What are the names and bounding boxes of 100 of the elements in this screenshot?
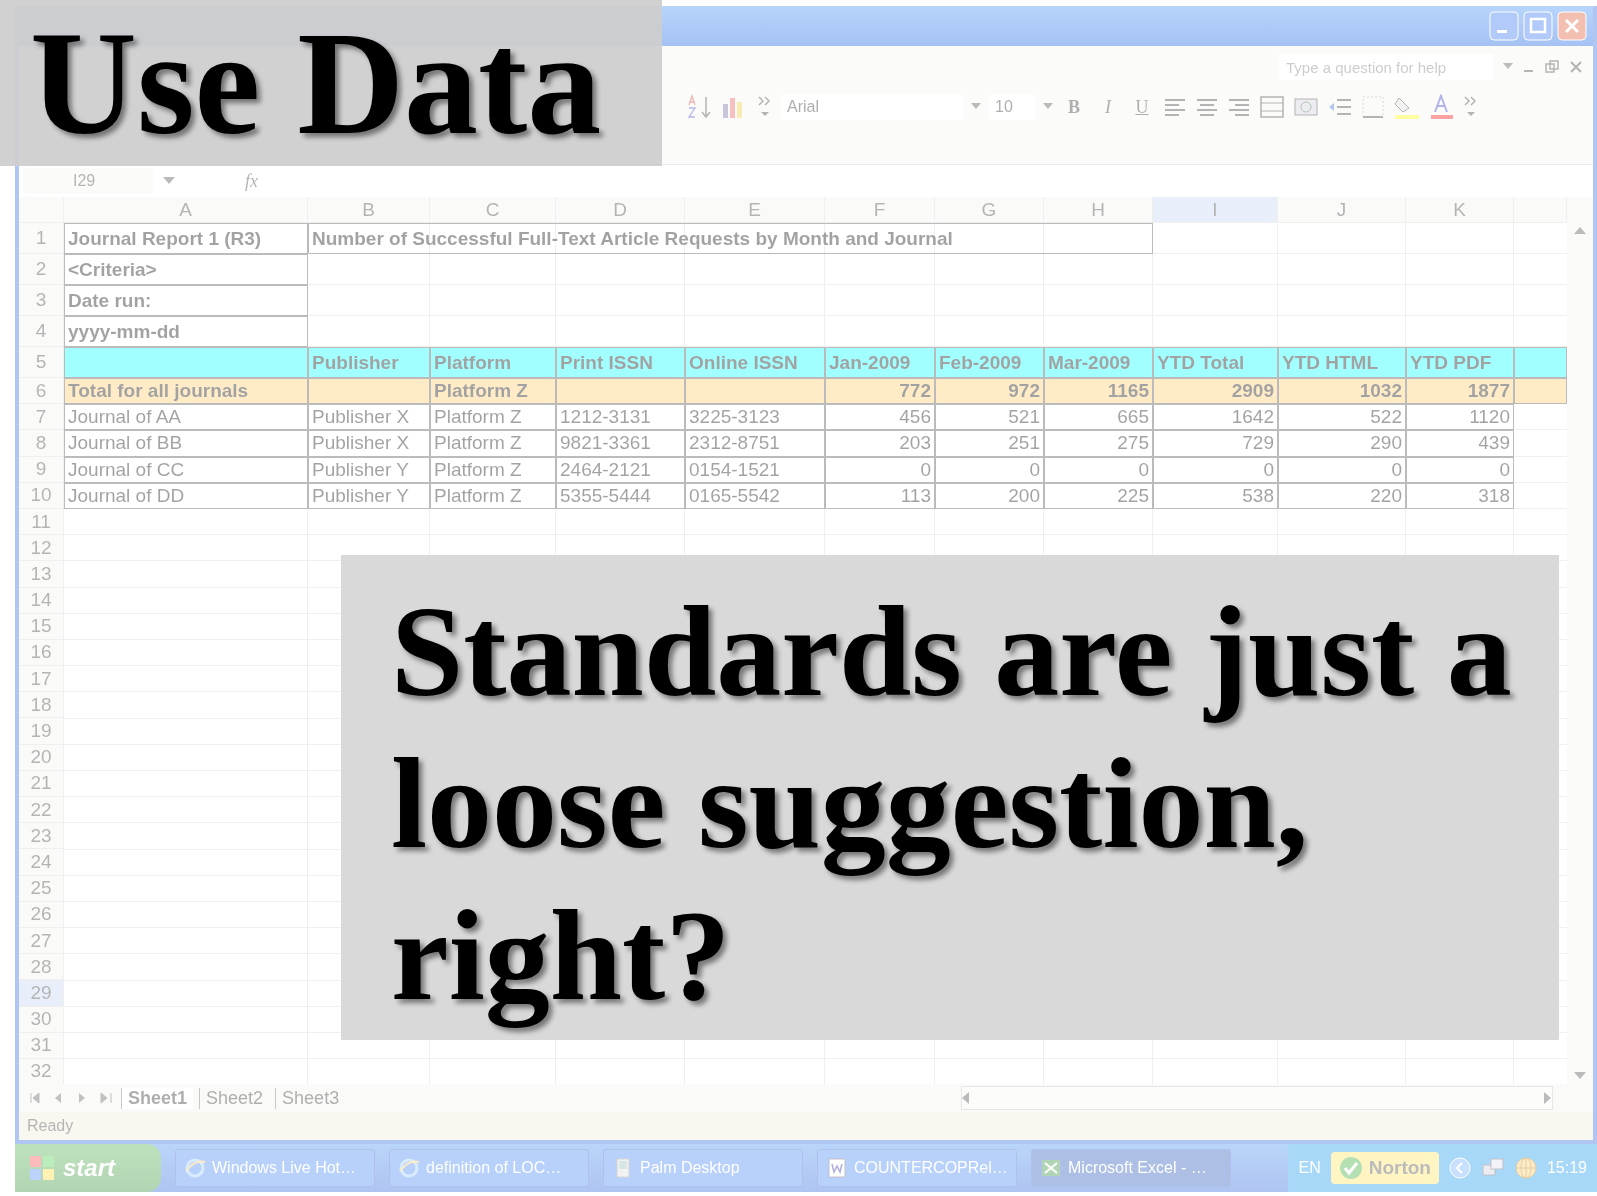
row-header[interactable]: 15 [19, 613, 64, 640]
table-cell: yyyy-mm-dd [64, 316, 308, 347]
row-header[interactable]: 2 [19, 254, 64, 285]
font-size-field[interactable]: 10 [989, 94, 1035, 120]
sheet-navigation-icon[interactable] [29, 1091, 115, 1105]
row-header[interactable]: 6 [19, 378, 64, 405]
column-header[interactable]: F [825, 197, 935, 223]
italic-button[interactable]: I [1095, 96, 1121, 118]
column-header[interactable]: G [935, 197, 1044, 223]
row-header[interactable]: 23 [19, 823, 64, 850]
taskbar-button[interactable]: Palm Desktop [603, 1149, 803, 1187]
font-color-icon[interactable] [1429, 94, 1455, 120]
taskbar-button[interactable]: Microsoft Excel - … [1031, 1149, 1231, 1187]
restore-icon[interactable] [1545, 60, 1559, 74]
row-header[interactable]: 9 [19, 456, 64, 483]
row-header[interactable]: 30 [19, 1006, 64, 1033]
font-field[interactable]: Arial [781, 94, 963, 120]
row-header[interactable]: 18 [19, 692, 64, 719]
language-indicator[interactable]: EN [1298, 1159, 1321, 1177]
scroll-left-icon[interactable] [962, 1092, 970, 1104]
column-header[interactable]: C [430, 197, 556, 223]
row-header[interactable]: 11 [19, 508, 64, 536]
minimize-icon[interactable] [1489, 11, 1519, 41]
scroll-down-icon[interactable] [1574, 1072, 1586, 1080]
column-header[interactable]: H [1044, 197, 1153, 223]
row-header[interactable]: 21 [19, 770, 64, 797]
globe-icon[interactable] [1514, 1157, 1537, 1179]
chevron-icon[interactable] [1448, 1157, 1471, 1179]
row-header[interactable]: 20 [19, 744, 64, 771]
merge-cells-icon[interactable] [1259, 95, 1285, 119]
bold-button[interactable]: B [1061, 96, 1087, 118]
row-header[interactable]: 16 [19, 639, 64, 667]
table-cell: 439 [1406, 430, 1514, 457]
dropdown-arrow-icon[interactable] [163, 177, 175, 185]
dropdown-arrow-icon[interactable] [1503, 63, 1513, 71]
table-cell: YTD PDF [1406, 347, 1514, 378]
vertical-scrollbar[interactable] [1567, 197, 1593, 1084]
row-header[interactable]: 25 [19, 875, 64, 902]
align-center-icon[interactable] [1195, 96, 1219, 118]
table-cell: 772 [825, 378, 935, 405]
column-header[interactable]: K [1406, 197, 1514, 223]
sheet-tab[interactable]: Sheet1 [121, 1087, 194, 1109]
maximize-icon[interactable] [1523, 11, 1553, 41]
table-cell: Online ISSN [685, 347, 825, 378]
row-header[interactable]: 19 [19, 718, 64, 745]
row-header[interactable]: 14 [19, 587, 64, 614]
row-header[interactable]: 31 [19, 1032, 64, 1059]
row-header[interactable]: 22 [19, 797, 64, 824]
row-header[interactable]: 26 [19, 901, 64, 928]
row-header[interactable]: 8 [19, 430, 64, 457]
network-icon[interactable] [1480, 1157, 1505, 1179]
horizontal-scrollbar[interactable] [961, 1086, 1553, 1110]
borders-icon[interactable] [1361, 95, 1385, 119]
row-header[interactable]: 32 [19, 1058, 64, 1084]
scroll-up-icon[interactable] [1574, 227, 1586, 235]
row-header[interactable]: 5 [19, 347, 64, 378]
row-header[interactable]: 24 [19, 849, 64, 876]
row-header[interactable]: 13 [19, 561, 64, 588]
table-cell: 2909 [1153, 378, 1278, 405]
taskbar-button[interactable]: definition of LOC… [389, 1149, 589, 1187]
align-right-icon[interactable] [1227, 96, 1251, 118]
table-cell: Journal Report 1 (R3) [64, 223, 308, 254]
close-icon[interactable] [1569, 60, 1583, 74]
row-header[interactable]: 28 [19, 954, 64, 981]
sheet-tab[interactable]: Sheet3 [275, 1087, 346, 1109]
name-box[interactable]: I29 [23, 168, 153, 194]
taskbar-button[interactable]: COUNTERCOPRel… [817, 1149, 1017, 1187]
column-header[interactable]: A [64, 197, 308, 223]
column-header[interactable]: E [685, 197, 825, 223]
align-left-icon[interactable] [1163, 96, 1187, 118]
table-cell: Platform Z [430, 430, 556, 457]
sheet-tab[interactable]: Sheet2 [199, 1087, 270, 1109]
row-header[interactable]: 12 [19, 535, 64, 562]
antivirus-badge[interactable]: Norton [1330, 1152, 1439, 1184]
row-header[interactable]: 3 [19, 285, 64, 316]
start-button[interactable]: start [15, 1144, 161, 1192]
column-header[interactable]: I [1153, 197, 1278, 223]
row-header[interactable]: 17 [19, 666, 64, 693]
scroll-right-icon[interactable] [1544, 1092, 1552, 1104]
currency-icon[interactable] [1293, 95, 1319, 119]
row-header[interactable]: 7 [19, 404, 64, 431]
table-cell: 318 [1406, 482, 1514, 509]
table-cell: Journal of BB [64, 430, 308, 457]
dropdown-arrow-icon[interactable] [971, 103, 981, 111]
row-header[interactable]: 29 [19, 980, 64, 1007]
indent-icon[interactable] [1327, 96, 1353, 118]
column-header[interactable]: B [308, 197, 430, 223]
sort-icon[interactable] [687, 94, 713, 120]
select-all-corner[interactable] [19, 197, 64, 223]
row-header[interactable]: 27 [19, 927, 64, 955]
column-header[interactable]: D [556, 197, 685, 223]
underline-button[interactable]: U [1129, 96, 1155, 118]
row-header[interactable]: 1 [19, 223, 64, 254]
row-header[interactable]: 4 [19, 316, 64, 347]
table-cell: 0165-5542 [685, 482, 825, 509]
row-header[interactable]: 10 [19, 482, 64, 509]
taskbar-button[interactable]: Windows Live Hot… [175, 1149, 375, 1187]
column-header[interactable]: J [1278, 197, 1406, 223]
function-label[interactable]: fx [245, 170, 258, 192]
dropdown-arrow-icon[interactable] [1043, 103, 1053, 111]
